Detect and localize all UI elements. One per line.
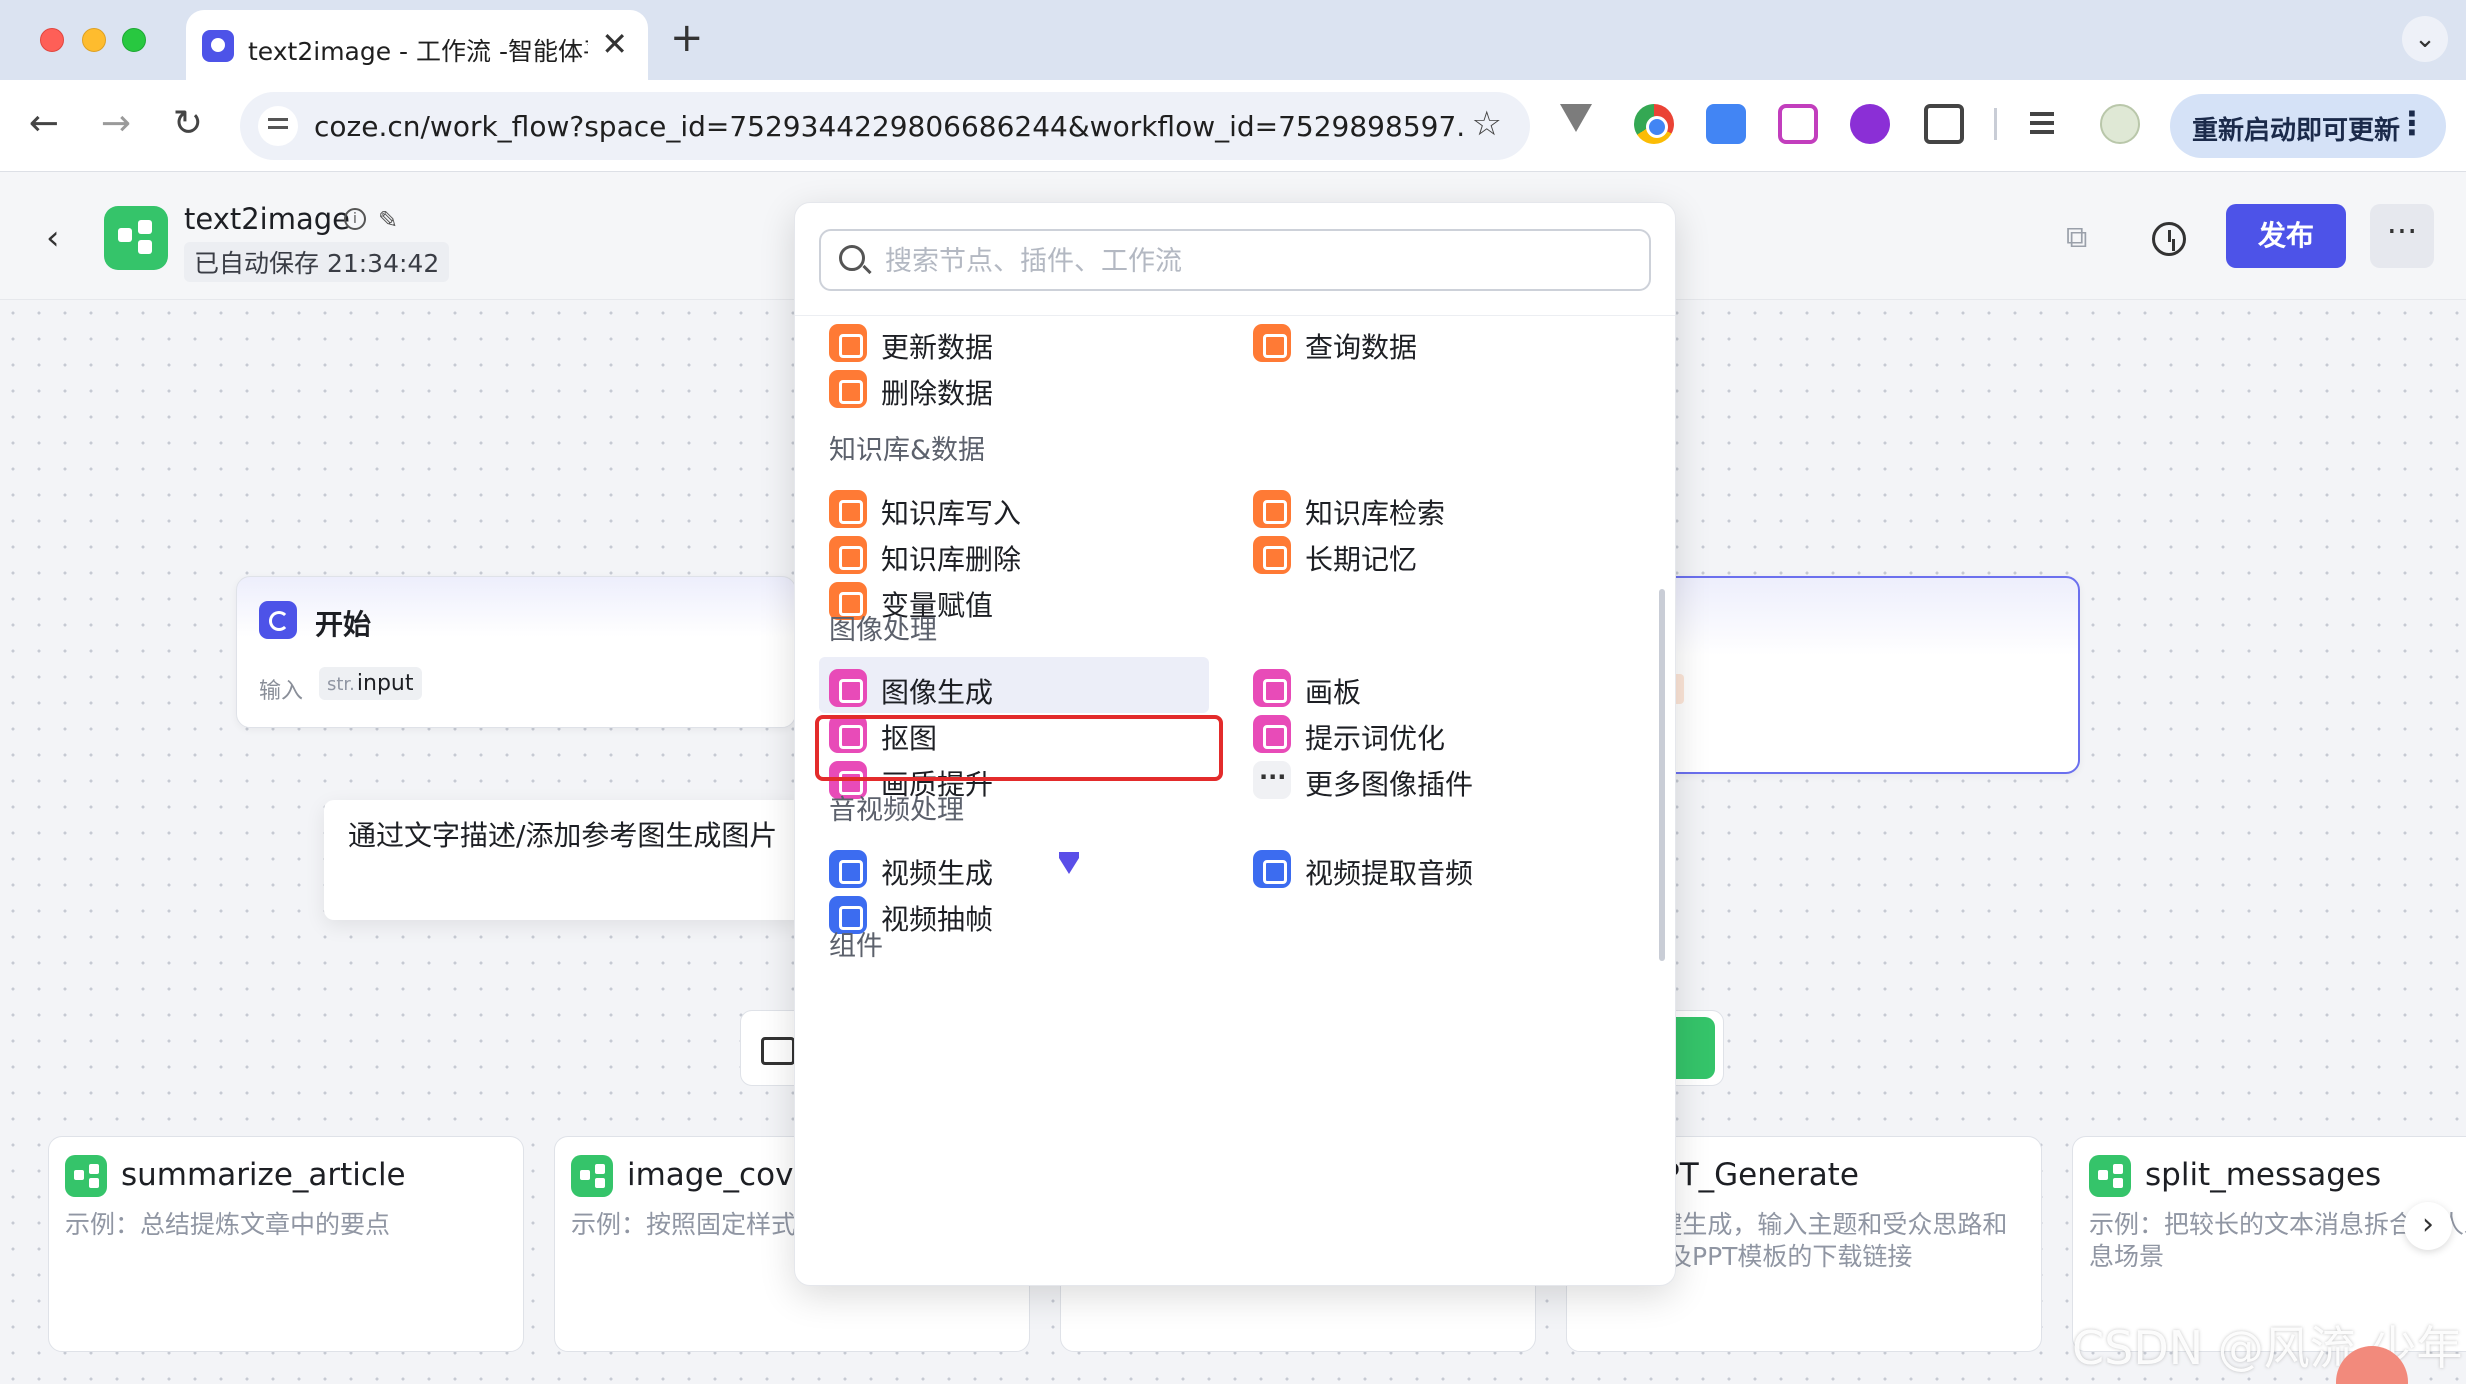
- node-item-long-term-memory[interactable]: 长期记忆: [1243, 524, 1633, 580]
- carousel-next-icon[interactable]: ›: [2404, 1202, 2452, 1250]
- more-options-button[interactable]: ···: [2370, 204, 2434, 268]
- start-node-icon: [259, 601, 297, 639]
- bookmark-star-icon[interactable]: ☆: [1472, 104, 1502, 144]
- new-tab-button[interactable]: +: [670, 16, 704, 60]
- section-title-av: 音视频处理: [829, 795, 964, 826]
- template-card-title: image_cove: [627, 1157, 813, 1193]
- node-item-query-data[interactable]: 查询数据: [1243, 316, 1633, 368]
- param-type: str.: [327, 674, 355, 695]
- site-settings-icon[interactable]: [258, 106, 298, 146]
- template-card-title: split_messages: [2145, 1157, 2382, 1193]
- browser-tab-active[interactable]: text2image - 工作流 -智能体平 ✕: [186, 10, 648, 80]
- search-icon: [839, 245, 865, 271]
- section-title-image: 图像处理: [829, 615, 937, 646]
- template-card-title: summarize_article: [121, 1157, 406, 1193]
- reload-icon[interactable]: ↻: [166, 102, 210, 146]
- relaunch-update-button[interactable]: 重新启动即可更新 ⋮: [2170, 94, 2446, 158]
- node-item-label: 视频抽帧: [881, 903, 994, 936]
- canvas-board-icon: [1253, 669, 1291, 707]
- autosave-status: 已自动保存 21:34:42: [184, 242, 450, 282]
- video-generate-icon: [829, 850, 867, 888]
- media-control-icon[interactable]: [2026, 104, 2066, 144]
- prompt-optimize-icon: [1253, 715, 1291, 753]
- database-query-icon: [1253, 324, 1291, 362]
- relaunch-label: 重新启动即可更新: [2192, 116, 2401, 146]
- workflow-logo-icon: [104, 206, 168, 270]
- node-item-delete-data[interactable]: 删除数据: [819, 358, 1209, 414]
- history-icon[interactable]: [2152, 222, 2186, 256]
- screenshot-extension-icon[interactable]: [1778, 104, 1818, 144]
- workflow-card-icon: [571, 1155, 613, 1197]
- node-item-video-extract-audio[interactable]: 视频提取音频: [1243, 838, 1633, 894]
- end-node[interactable]: [1650, 576, 2080, 774]
- memory-icon: [1253, 536, 1291, 574]
- start-input-param: str.input: [319, 667, 422, 700]
- coze-favicon-icon: [202, 30, 234, 62]
- node-item-label: 更多图像插件: [1305, 768, 1474, 801]
- template-card-desc: 示例：总结提炼文章中的要点: [65, 1210, 391, 1239]
- chrome-extension-icon[interactable]: [1634, 104, 1674, 144]
- edit-icon[interactable]: ✎: [378, 206, 398, 234]
- node-item-label: 视频提取音频: [1305, 857, 1474, 890]
- tab-title: text2image - 工作流 -智能体平: [248, 37, 588, 66]
- vue-extension-icon[interactable]: [1560, 104, 1592, 132]
- url-text[interactable]: coze.cn/work_flow?space_id=7529344229806…: [314, 110, 1464, 143]
- node-search-box[interactable]: [819, 229, 1651, 291]
- tab-close-icon[interactable]: ✕: [601, 26, 628, 62]
- tab-search-button[interactable]: ⌄: [2402, 16, 2448, 62]
- vip-diamond-icon: [1059, 852, 1079, 874]
- start-node-title: 开始: [315, 608, 372, 641]
- purple-extension-icon[interactable]: [1850, 104, 1890, 144]
- section-title-components: 组件: [829, 931, 883, 962]
- node-item-label: 查询数据: [1305, 331, 1418, 364]
- more-dots-icon: [1253, 761, 1291, 799]
- browser-toolbar: ← → ↻ coze.cn/work_flow?space_id=7529344…: [0, 80, 2466, 172]
- workflow-card-icon: [2089, 1155, 2131, 1197]
- template-card-title: PT_Generate: [1661, 1157, 1859, 1193]
- video-audio-icon: [1253, 850, 1291, 888]
- back-arrow-icon[interactable]: ←: [22, 102, 66, 146]
- info-icon[interactable]: i: [344, 208, 366, 230]
- workflow-card-icon: [65, 1155, 107, 1197]
- address-bar[interactable]: coze.cn/work_flow?space_id=7529344229806…: [240, 92, 1530, 160]
- node-item-label: 长期记忆: [1305, 543, 1418, 576]
- panel-scrollbar[interactable]: [1659, 589, 1665, 961]
- window-minimize-button[interactable]: [82, 28, 106, 52]
- node-search-input[interactable]: [885, 241, 1625, 281]
- copy-icon[interactable]: ⧉: [2066, 220, 2087, 255]
- browser-tab-bar: text2image - 工作流 -智能体平 ✕ + ⌄: [0, 0, 2466, 80]
- translate-extension-icon[interactable]: [1706, 104, 1746, 144]
- node-list: 更新数据 查询数据 删除数据 知识库&数据 知识库写入 知识库检索 知识库删除 …: [795, 316, 1675, 1285]
- param-name: input: [356, 671, 414, 696]
- extensions-puzzle-icon[interactable]: [1924, 104, 1964, 144]
- node-description-tooltip: 通过文字描述/添加参考图生成图片: [324, 800, 804, 920]
- start-input-label: 输入: [259, 679, 304, 704]
- publish-button[interactable]: 发布: [2226, 204, 2346, 268]
- section-title-knowledge: 知识库&数据: [829, 435, 986, 466]
- knowledge-search-icon: [1253, 490, 1291, 528]
- toolbar-divider: [1994, 108, 1997, 140]
- template-card[interactable]: summarize_article 示例：总结提炼文章中的要点: [48, 1136, 524, 1352]
- browser-menu-icon[interactable]: ⋮: [2396, 104, 2428, 142]
- knowledge-delete-icon: [829, 536, 867, 574]
- knowledge-write-icon: [829, 490, 867, 528]
- image-generate-icon: [829, 669, 867, 707]
- profile-avatar-icon[interactable]: [2100, 104, 2140, 144]
- workflow-name: text2image: [184, 202, 351, 236]
- window-maximize-button[interactable]: [122, 28, 146, 52]
- start-node[interactable]: 开始 输入 str.input: [236, 576, 796, 728]
- node-picker-panel: 更新数据 查询数据 删除数据 知识库&数据 知识库写入 知识库检索 知识库删除 …: [794, 202, 1676, 1286]
- node-item-more-image-plugins[interactable]: 更多图像插件: [1243, 749, 1633, 805]
- forward-arrow-icon[interactable]: →: [94, 102, 138, 146]
- node-item-label: 删除数据: [881, 377, 994, 410]
- database-delete-icon: [829, 370, 867, 408]
- selection-highlight-box: [815, 715, 1223, 781]
- window-close-button[interactable]: [40, 28, 64, 52]
- back-chevron-icon[interactable]: ‹: [46, 218, 60, 258]
- database-update-icon: [829, 324, 867, 362]
